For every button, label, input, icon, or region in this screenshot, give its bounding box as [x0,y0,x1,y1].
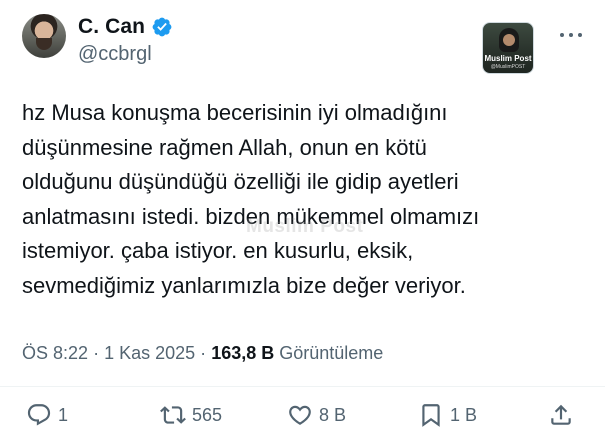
tweet-time[interactable]: ÖS 8:22 [22,343,88,363]
author-name-row: C. Can [78,14,173,40]
bookmark-icon [418,402,444,428]
tweet-card: C. Can @ccbrgl Muslim Post @MuslimPOST h… [0,0,605,434]
verified-badge-icon[interactable] [151,16,173,38]
reply-count: 1 [58,404,69,425]
tweet-text-line: olduğunu düşündüğü özelliği ile gidip ay… [22,169,459,194]
action-bar: 1 565 8 B 1 B [0,400,605,430]
share-icon [548,402,574,428]
reply-icon [26,402,52,428]
tweet-text-line: düşünmesine rağmen Allah, onun en kötü [22,134,427,160]
watermark: Muslim Post [246,216,364,237]
tweet-text: hz Musa konuşma becerisinin iyi olmadığı… [22,96,582,303]
logo-subtitle: @MuslimPOST [490,64,526,70]
meta-separator: · [93,343,100,363]
tweet-date[interactable]: 1 Kas 2025 [104,343,195,363]
avatar[interactable] [22,14,66,58]
heart-icon [287,402,313,428]
divider [0,386,605,387]
repost-button[interactable]: 565 [160,400,222,430]
muslim-post-logo: Muslim Post @MuslimPOST [482,22,534,74]
author-handle[interactable]: @ccbrgl [78,43,152,66]
author-name[interactable]: C. Can [78,15,145,39]
tweet-meta: ÖS 8:22 · 1 Kas 2025 · 163,8 B Görüntüle… [22,343,383,364]
bookmark-count: 1 B [450,404,478,425]
tweet-text-line: hz Musa konuşma becerisinin iyi olmadığı… [22,100,448,125]
share-button[interactable] [548,400,574,430]
avatar-beard [36,38,52,50]
views-count: 163,8 B [211,343,275,363]
repost-icon [160,402,186,428]
views-label: Görüntüleme [279,343,384,363]
logo-title: Muslim Post [484,54,532,63]
meta-separator: · [200,343,207,363]
repost-count: 565 [192,404,223,425]
like-button[interactable]: 8 B [287,400,346,430]
logo-face [503,34,515,46]
tweet-text-line: sevmediğimiz yanlarımızla bize değer ver… [22,272,466,298]
tweet-text-line: istemiyor. çaba istiyor. en kusurlu, eks… [22,238,414,263]
bookmark-button[interactable]: 1 B [418,400,477,430]
reply-button[interactable]: 1 [26,400,68,430]
like-count: 8 B [319,404,347,425]
more-options-icon[interactable] [560,30,582,40]
